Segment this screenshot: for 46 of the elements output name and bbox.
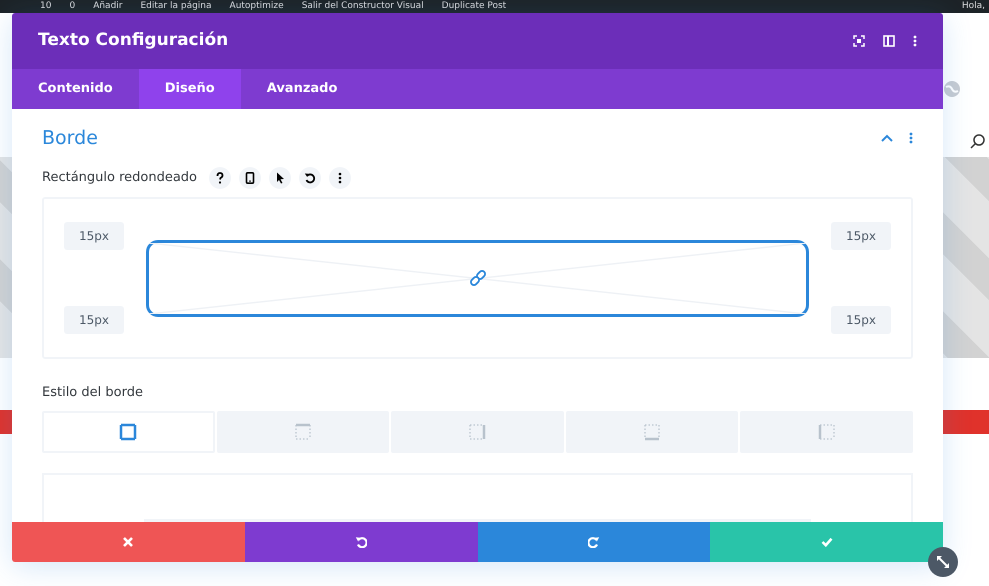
border-top-icon [294, 422, 312, 440]
columns-icon[interactable] [883, 35, 895, 47]
corner-input[interactable]: 15px [831, 306, 891, 334]
corner-input[interactable]: 15px [64, 222, 124, 250]
undo-icon [355, 536, 368, 548]
admin-bar-item[interactable]: Autoptimize [230, 0, 284, 13]
corner-input[interactable]: 15px [64, 306, 124, 334]
more-options-button[interactable] [329, 167, 352, 189]
admin-bar-item[interactable]: Añadir [93, 0, 122, 13]
phone-button[interactable] [239, 167, 262, 189]
chevron-up-icon[interactable] [881, 134, 893, 142]
help-icon [214, 172, 226, 184]
border-all-icon [119, 422, 138, 440]
resize-handle[interactable] [928, 547, 958, 577]
field-label: Rectángulo redondeado [42, 169, 198, 188]
phone-icon [244, 172, 256, 184]
tab[interactable]: Diseño [138, 69, 241, 109]
help-button[interactable] [209, 167, 232, 189]
check-icon [820, 536, 833, 548]
link-icon[interactable] [468, 269, 486, 287]
more-options-icon[interactable] [913, 35, 917, 47]
border-bottom-icon [643, 422, 662, 440]
close-icon [122, 536, 134, 548]
reset-button[interactable] [299, 167, 322, 189]
admin-bar-item[interactable]: 0 [69, 0, 76, 13]
field-label: Estilo del borde [42, 384, 144, 402]
admin-bar-item[interactable]: Editar la página [140, 0, 212, 13]
reset-icon [304, 172, 316, 184]
admin-bar-item[interactable]: Salir del Constructor Visual [302, 0, 424, 13]
greeting-text[interactable]: Hola, [962, 0, 985, 13]
tab[interactable]: Contenido [12, 69, 139, 109]
section-title: Borde [42, 126, 98, 151]
cursor-icon [274, 172, 286, 184]
resize-icon [936, 555, 950, 569]
cursor-button[interactable] [269, 167, 292, 189]
tab[interactable]: Avanzado [240, 69, 364, 109]
corner-input[interactable]: 15px [831, 222, 891, 250]
border-right-icon [468, 422, 486, 440]
border-left-icon [818, 422, 836, 440]
redo-icon [588, 536, 600, 548]
more-options-icon[interactable] [909, 132, 913, 144]
fullscreen-icon[interactable] [853, 35, 865, 47]
admin-bar-item[interactable]: 10 [40, 0, 52, 13]
modal-title: Texto Configuración [38, 29, 228, 52]
admin-bar-item[interactable]: Duplicate Post [442, 0, 506, 13]
search-icon[interactable] [970, 134, 986, 150]
